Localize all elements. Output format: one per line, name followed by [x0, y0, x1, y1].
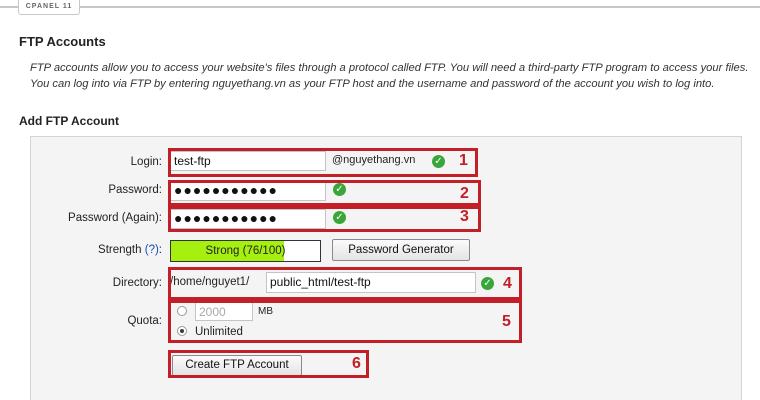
- annotation-box-5: [168, 300, 522, 343]
- annotation-number-2: 2: [460, 185, 469, 202]
- strength-meter-text: Strong (76/100): [205, 245, 286, 257]
- directory-label: Directory:: [112, 277, 162, 289]
- annotation-box-3: [168, 206, 481, 232]
- annotation-number-4: 4: [503, 275, 512, 292]
- strength-help-link[interactable]: (?): [145, 244, 159, 256]
- annotation-box-2: [168, 180, 481, 206]
- strength-label-text: Strength: [98, 244, 142, 256]
- annotation-box-4: [168, 267, 522, 300]
- top-bar-line: [0, 6, 760, 8]
- cpanel-tab-label: CPANEL 11: [18, 0, 80, 15]
- strength-label-colon: :: [158, 244, 162, 256]
- strength-meter: Strong (76/100): [170, 240, 321, 262]
- annotation-box-6: [168, 350, 369, 378]
- password-again-label: Password (Again):: [68, 212, 162, 224]
- password-label: Password:: [108, 184, 162, 196]
- top-bar: CPANEL 11: [0, 0, 760, 15]
- quota-label: Quota:: [127, 315, 162, 327]
- annotation-box-1: [168, 148, 478, 177]
- login-label: Login:: [130, 156, 162, 168]
- password-generator-button[interactable]: Password Generator: [332, 239, 470, 261]
- annotation-number-1: 1: [459, 152, 468, 169]
- strength-label: Strength (?):: [32, 244, 162, 256]
- annotation-number-6: 6: [352, 355, 361, 372]
- annotation-number-3: 3: [460, 208, 469, 225]
- page-description: FTP accounts allow you to access your we…: [30, 62, 749, 90]
- annotation-number-5: 5: [502, 313, 511, 330]
- section-title: Add FTP Account: [19, 114, 119, 128]
- page-title: FTP Accounts: [19, 34, 106, 49]
